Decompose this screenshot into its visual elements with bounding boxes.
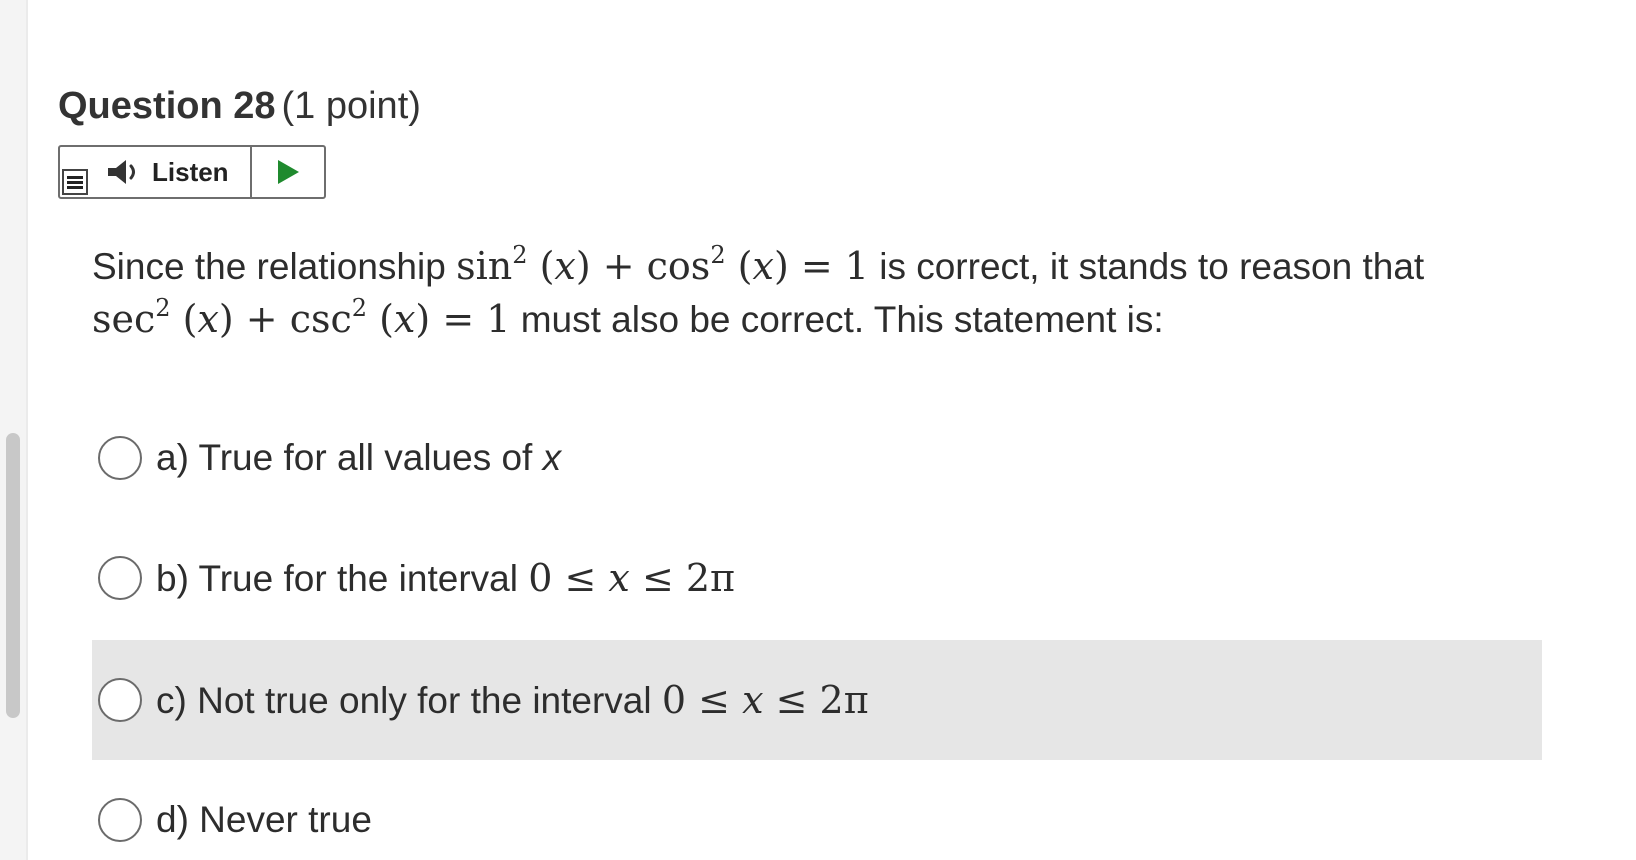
listen-label: Listen: [152, 156, 229, 187]
question-points: (1 point): [281, 85, 421, 127]
play-button[interactable]: [252, 147, 324, 197]
quiz-page: Question 28 (1 point) Listen Since the re…: [0, 0, 1636, 860]
speaker-icon: [108, 160, 135, 184]
prompt-text-1: Since the relationship: [92, 246, 446, 287]
question-prompt: Since the relationship sin2 (x) + cos2 (…: [92, 240, 1512, 346]
choice-d[interactable]: d) Never true: [92, 760, 1542, 860]
choice-d-radio[interactable]: [98, 798, 142, 842]
choice-a-radio[interactable]: [98, 436, 142, 480]
choice-a[interactable]: a) True for all values of x: [92, 398, 1542, 518]
prompt-text-2: is correct, it stands to reason that: [879, 246, 1425, 287]
choice-b-math: 0 ≤ x ≤ 2π: [528, 556, 736, 600]
choice-c-label: c) Not true only for the interval 0 ≤ x …: [156, 678, 869, 722]
listen-button[interactable]: Listen: [60, 147, 252, 197]
choice-c-radio[interactable]: [98, 678, 142, 722]
question-title: Question 28: [58, 85, 276, 127]
menu-icon[interactable]: [62, 169, 88, 195]
scrollbar-thumb[interactable]: [6, 433, 20, 718]
play-icon: [278, 160, 299, 184]
choice-b[interactable]: b) True for the interval 0 ≤ x ≤ 2π: [92, 518, 1542, 638]
question-header: Question 28 (1 point): [58, 82, 421, 130]
choice-a-label: a) True for all values of x: [156, 437, 562, 478]
choice-b-radio[interactable]: [98, 556, 142, 600]
choice-d-label: d) Never true: [156, 799, 372, 840]
choice-b-label: b) True for the interval 0 ≤ x ≤ 2π: [156, 556, 736, 600]
choice-c[interactable]: c) Not true only for the interval 0 ≤ x …: [92, 640, 1542, 760]
identity-2-math: sec2 (x) + csc2 (x) = 1: [92, 294, 511, 341]
identity-1-math: sin2 (x) + cos2 (x) = 1: [456, 241, 869, 288]
choice-c-math: 0 ≤ x ≤ 2π: [661, 678, 869, 722]
listen-widget: Listen: [58, 145, 326, 199]
left-scroll-rail: [0, 0, 28, 860]
prompt-text-3: must also be correct. This statement is:: [520, 299, 1164, 340]
